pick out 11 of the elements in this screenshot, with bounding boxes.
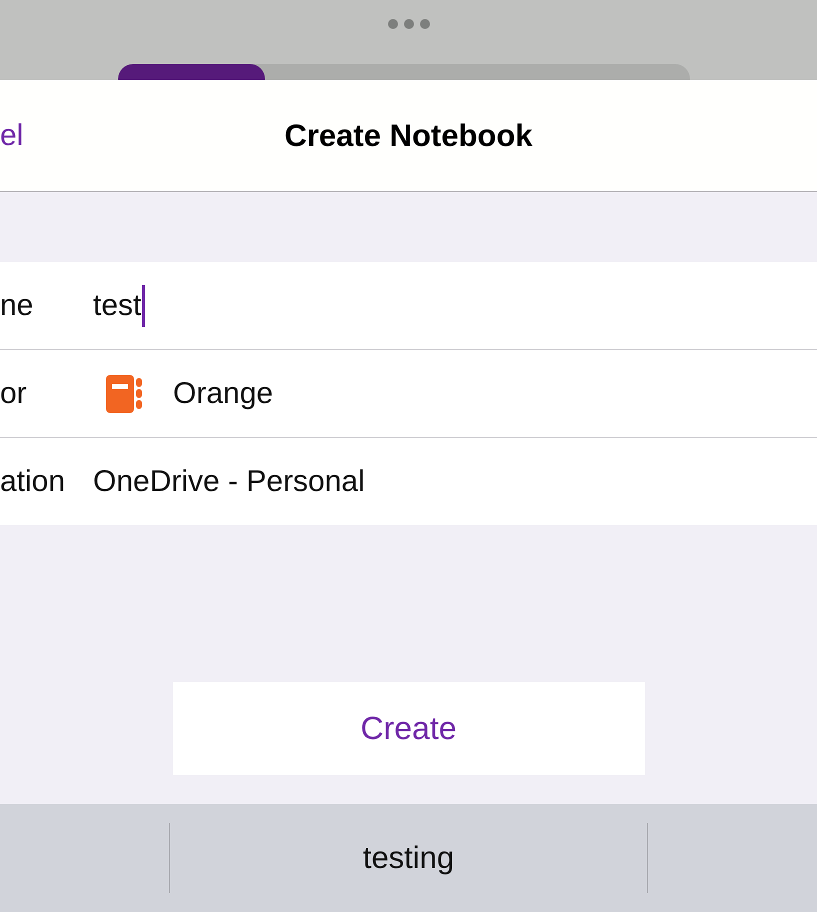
more-icon[interactable] xyxy=(388,19,430,29)
name-field[interactable]: test xyxy=(93,284,146,326)
dialog-title: Create Notebook xyxy=(284,118,533,154)
field-label: ation xyxy=(0,464,66,498)
create-button[interactable]: Create xyxy=(172,682,644,775)
field-label: ne xyxy=(0,288,34,322)
suggestion-item[interactable]: testing xyxy=(362,840,454,875)
color-value[interactable]: Orange xyxy=(173,376,274,410)
location-value[interactable]: OneDrive - Personal xyxy=(93,464,365,498)
cancel-button[interactable]: el xyxy=(0,118,24,152)
field-label: or xyxy=(0,376,28,410)
